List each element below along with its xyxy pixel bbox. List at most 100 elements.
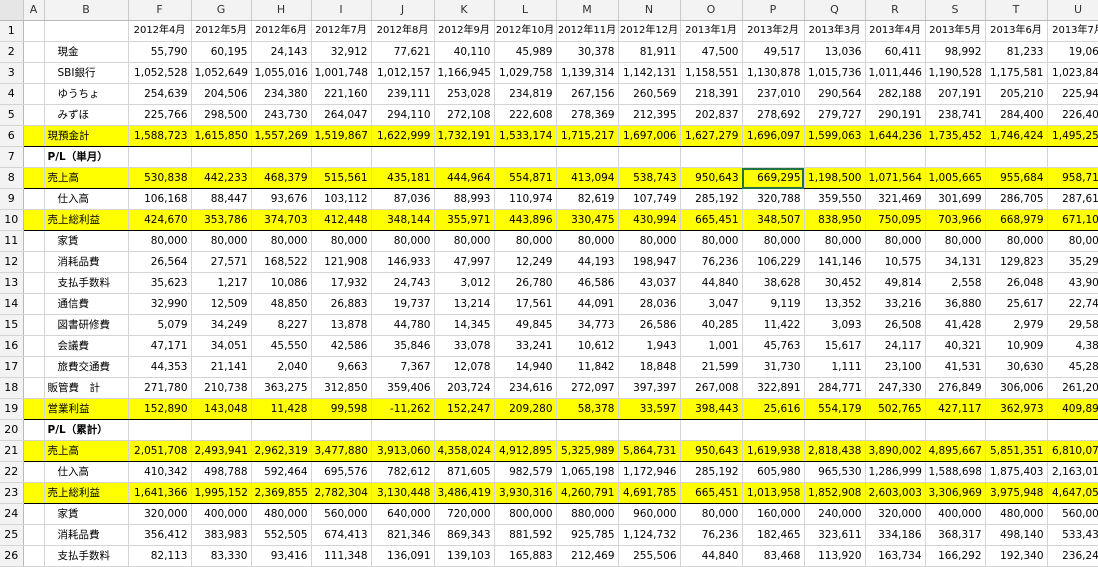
value-cell[interactable]: 152,890 [128, 398, 192, 420]
empty-cell[interactable] [985, 419, 1048, 441]
value-cell[interactable]: 222,608 [494, 104, 557, 126]
value-cell[interactable]: 46,586 [556, 272, 619, 294]
value-cell[interactable]: 58,378 [556, 398, 619, 420]
value-cell[interactable]: 121,908 [311, 251, 372, 273]
value-cell[interactable]: 77,621 [371, 41, 435, 63]
value-cell[interactable]: 80,000 [494, 230, 557, 252]
value-cell[interactable]: 287,615 [1047, 188, 1098, 210]
value-cell[interactable]: 204,506 [191, 83, 252, 105]
value-cell[interactable]: 290,191 [865, 104, 926, 126]
value-cell[interactable]: 272,108 [434, 104, 495, 126]
value-cell[interactable]: 225,766 [128, 104, 192, 126]
value-cell[interactable]: 33,078 [434, 335, 495, 357]
value-cell[interactable]: 47,171 [128, 335, 192, 357]
empty-cell[interactable] [1047, 146, 1098, 168]
value-cell[interactable]: 41,428 [925, 314, 986, 336]
value-cell[interactable]: 306,006 [985, 377, 1048, 399]
empty-cell[interactable] [925, 419, 986, 441]
value-cell[interactable]: 1,052,649 [191, 62, 252, 84]
value-cell[interactable]: 163,734 [865, 545, 926, 567]
value-cell[interactable]: 80,000 [680, 503, 743, 525]
value-cell[interactable]: 2,040 [251, 356, 312, 378]
value-cell[interactable]: 17,561 [494, 293, 557, 315]
value-cell[interactable]: 669,295 [742, 167, 805, 189]
value-cell[interactable]: 322,891 [742, 377, 805, 399]
value-cell[interactable]: 321,469 [865, 188, 926, 210]
value-cell[interactable]: 243,730 [251, 104, 312, 126]
value-cell[interactable]: 398,443 [680, 398, 743, 420]
value-cell[interactable]: 383,983 [191, 524, 252, 546]
value-cell[interactable]: 27,571 [191, 251, 252, 273]
value-cell[interactable]: 671,104 [1047, 209, 1098, 231]
value-cell[interactable]: 880,000 [556, 503, 619, 525]
value-cell[interactable]: 26,508 [865, 314, 926, 336]
value-cell[interactable]: 720,000 [434, 503, 495, 525]
value-cell[interactable]: 1,943 [618, 335, 681, 357]
value-cell[interactable]: 45,550 [251, 335, 312, 357]
value-cell[interactable]: 3,913,060 [371, 440, 435, 462]
value-cell[interactable]: 35,846 [371, 335, 435, 357]
value-cell[interactable]: 10,909 [985, 335, 1048, 357]
value-cell[interactable]: 5,851,351 [985, 440, 1048, 462]
value-cell[interactable]: 21,141 [191, 356, 252, 378]
month-header-cell[interactable]: 2013年4月 [865, 20, 926, 42]
value-cell[interactable]: 2,979 [985, 314, 1048, 336]
value-cell[interactable]: 30,378 [556, 41, 619, 63]
value-cell[interactable]: 480,000 [985, 503, 1048, 525]
value-cell[interactable]: 34,249 [191, 314, 252, 336]
empty-cell[interactable] [556, 146, 619, 168]
value-cell[interactable]: 925,785 [556, 524, 619, 546]
empty-cell[interactable] [494, 146, 557, 168]
value-cell[interactable]: 665,451 [680, 209, 743, 231]
value-cell[interactable]: 271,780 [128, 377, 192, 399]
cell-A17[interactable] [23, 356, 45, 378]
column-header-S[interactable]: S [925, 0, 986, 21]
value-cell[interactable]: 111,348 [311, 545, 372, 567]
value-cell[interactable]: 80,000 [434, 230, 495, 252]
value-cell[interactable]: 99,598 [311, 398, 372, 420]
value-cell[interactable]: 36,880 [925, 293, 986, 315]
value-cell[interactable]: 1,065,198 [556, 461, 619, 483]
cell-A25[interactable] [23, 524, 45, 546]
value-cell[interactable]: 1,190,528 [925, 62, 986, 84]
value-cell[interactable]: 1,124,732 [618, 524, 681, 546]
value-cell[interactable]: 19,063 [1047, 41, 1098, 63]
value-cell[interactable]: 1,875,403 [985, 461, 1048, 483]
cell-A20[interactable] [23, 419, 45, 441]
cell-A19[interactable] [23, 398, 45, 420]
row-header-21[interactable]: 21 [0, 440, 24, 462]
row-header-25[interactable]: 25 [0, 524, 24, 546]
value-cell[interactable]: 1,746,424 [985, 125, 1048, 147]
value-cell[interactable]: 881,592 [494, 524, 557, 546]
value-cell[interactable]: 330,475 [556, 209, 619, 231]
value-cell[interactable]: 234,819 [494, 83, 557, 105]
row-header-14[interactable]: 14 [0, 293, 24, 315]
empty-cell[interactable] [128, 146, 192, 168]
value-cell[interactable]: 168,522 [251, 251, 312, 273]
value-cell[interactable]: 323,611 [804, 524, 866, 546]
value-cell[interactable]: 560,000 [311, 503, 372, 525]
value-cell[interactable]: 1,139,314 [556, 62, 619, 84]
empty-cell[interactable] [434, 419, 495, 441]
value-cell[interactable]: 359,550 [804, 188, 866, 210]
value-cell[interactable]: 238,741 [925, 104, 986, 126]
value-cell[interactable]: 301,699 [925, 188, 986, 210]
empty-cell[interactable] [618, 419, 681, 441]
row-label-cell[interactable]: 売上高 [44, 440, 129, 462]
value-cell[interactable]: 9,663 [311, 356, 372, 378]
row-header-10[interactable]: 10 [0, 209, 24, 231]
value-cell[interactable]: 2,782,304 [311, 482, 372, 504]
value-cell[interactable]: 3,093 [804, 314, 866, 336]
row-label-cell[interactable]: 売上総利益 [44, 209, 129, 231]
value-cell[interactable]: 1,011,446 [865, 62, 926, 84]
row-header-23[interactable]: 23 [0, 482, 24, 504]
value-cell[interactable]: 45,763 [742, 335, 805, 357]
value-cell[interactable]: 1,622,999 [371, 125, 435, 147]
value-cell[interactable]: 139,103 [434, 545, 495, 567]
value-cell[interactable]: 3,130,448 [371, 482, 435, 504]
value-cell[interactable]: 409,898 [1047, 398, 1098, 420]
empty-cell[interactable] [865, 419, 926, 441]
value-cell[interactable]: 1,588,698 [925, 461, 986, 483]
value-cell[interactable]: 35,623 [128, 272, 192, 294]
value-cell[interactable]: 29,589 [1047, 314, 1098, 336]
